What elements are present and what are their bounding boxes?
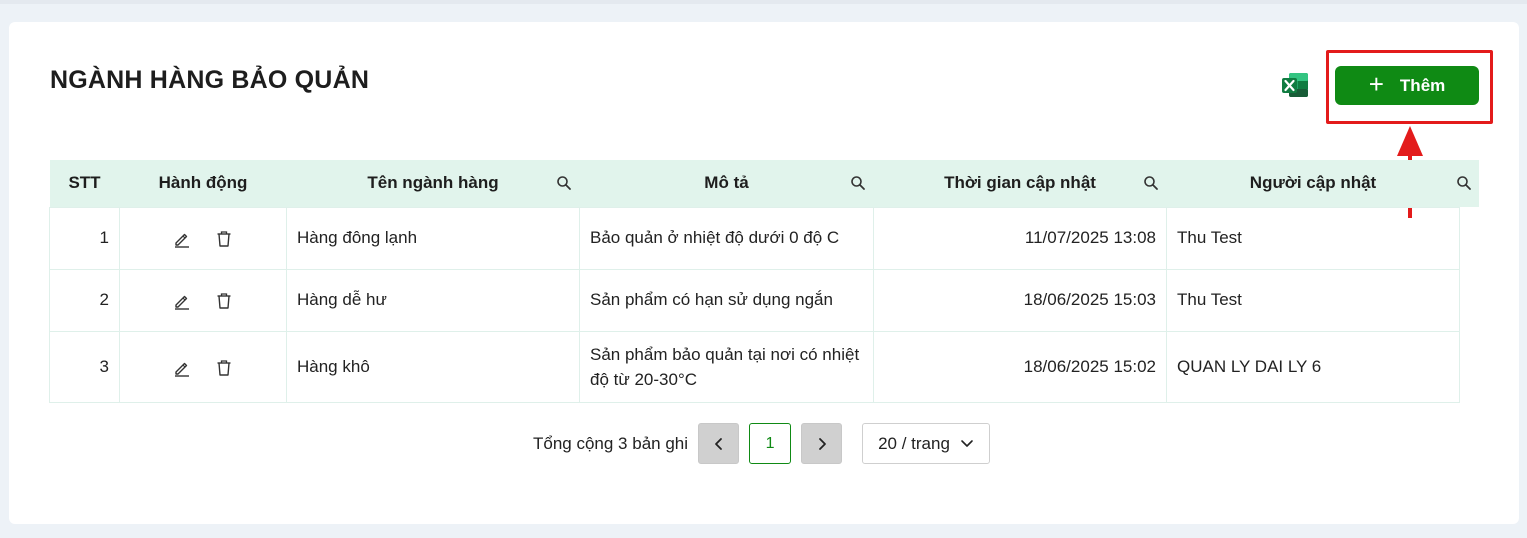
cell-name: Hàng dễ hư: [286, 268, 580, 332]
cell-name: Hàng khô: [286, 330, 580, 403]
column-header-user: Người cập nhật: [1166, 160, 1471, 207]
cell-name: Hàng đông lạnh: [286, 206, 580, 270]
prev-page-button[interactable]: [698, 423, 740, 464]
column-header-desc: Mô tả: [579, 160, 874, 207]
next-page-button[interactable]: [801, 423, 843, 464]
delete-icon[interactable]: [215, 359, 233, 377]
table-row: 2 Hàng dễ hư Sản phẩm có hạn sử dụng ngắ…: [49, 268, 1460, 332]
cell-time: 18/06/2025 15:03: [873, 268, 1167, 332]
search-icon[interactable]: [850, 175, 866, 191]
page-title: NGÀNH HÀNG BẢO QUẢN: [50, 66, 370, 94]
chevron-left-icon: [714, 437, 722, 450]
chevron-right-icon: [818, 437, 826, 450]
table-row: 1 Hàng đông lạnh Bảo quản ở nhiệt độ dướ…: [49, 206, 1460, 270]
plus-icon: +: [1368, 69, 1384, 99]
search-icon[interactable]: [1456, 175, 1472, 191]
top-strip: [0, 0, 1527, 4]
delete-icon[interactable]: [215, 230, 233, 248]
cell-stt: 2: [49, 268, 120, 332]
cell-desc: Bảo quản ở nhiệt độ dưới 0 độ C: [579, 206, 874, 270]
page-1-button[interactable]: 1: [749, 423, 792, 464]
chevron-down-icon: [961, 439, 973, 447]
cell-stt: 3: [49, 330, 120, 403]
cell-actions: [119, 330, 287, 403]
column-header-stt: STT: [49, 160, 120, 207]
pagination: Tổng cộng 3 bản ghi 1 20 / trang: [533, 423, 991, 464]
delete-icon[interactable]: [215, 292, 233, 310]
cell-desc: Sản phẩm có hạn sử dụng ngắn: [579, 268, 874, 332]
cell-desc: Sản phẩm bảo quản tại nơi có nhiệt độ từ…: [579, 330, 874, 403]
cell-user: Thu Test: [1166, 206, 1460, 270]
cell-actions: [119, 268, 287, 332]
edit-icon[interactable]: [173, 359, 191, 377]
add-button-label: Thêm: [1399, 75, 1446, 95]
cell-stt: 1: [49, 206, 120, 270]
cell-actions: [119, 206, 287, 270]
cell-user: QUAN LY DAI LY 6: [1166, 330, 1460, 403]
total-records: Tổng cộng 3 bản ghi: [533, 433, 689, 453]
page-size-value: 20 / trang: [878, 433, 950, 453]
page-size-select[interactable]: 20 / trang: [862, 423, 991, 464]
column-header-time: Thời gian cập nhật: [873, 160, 1167, 207]
search-icon[interactable]: [1143, 175, 1159, 191]
edit-icon[interactable]: [173, 230, 191, 248]
cell-time: 11/07/2025 13:08: [873, 206, 1167, 270]
table-header-row: STT Hành động Tên ngành hàng Mô tả Thời …: [49, 160, 1471, 207]
add-button[interactable]: + Thêm: [1335, 66, 1479, 105]
column-header-name: Tên ngành hàng: [286, 160, 580, 207]
column-header-actions: Hành động: [119, 160, 287, 207]
search-icon[interactable]: [556, 175, 572, 191]
cell-time: 18/06/2025 15:02: [873, 330, 1167, 403]
cell-user: Thu Test: [1166, 268, 1460, 332]
edit-icon[interactable]: [173, 292, 191, 310]
data-table: STT Hành động Tên ngành hàng Mô tả Thời …: [49, 160, 1471, 403]
excel-icon[interactable]: [1281, 71, 1309, 99]
content-card: NGÀNH HÀNG BẢO QUẢN + Thêm STT Hành động…: [9, 22, 1519, 524]
table-row: 3 Hàng khô Sản phẩm bảo quản tại nơi có …: [49, 330, 1460, 403]
